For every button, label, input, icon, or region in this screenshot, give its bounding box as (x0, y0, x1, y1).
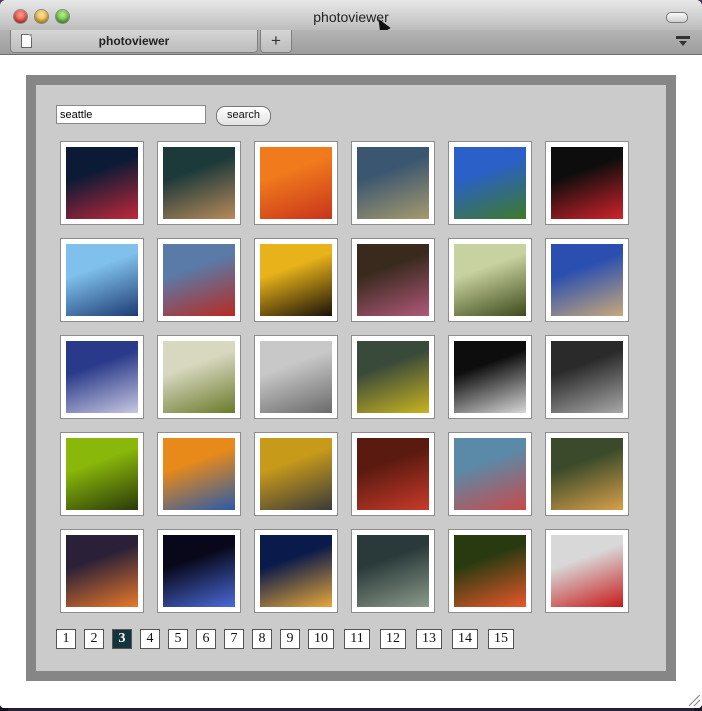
search-input[interactable] (56, 105, 206, 124)
photo-thumbnail[interactable] (545, 238, 629, 322)
photo-image (551, 147, 623, 219)
tab-overflow-menu-icon[interactable] (676, 36, 690, 46)
photo-image (260, 244, 332, 316)
photo-thumbnail[interactable] (60, 141, 144, 225)
photo-thumbnail[interactable] (545, 335, 629, 419)
photo-thumbnail[interactable] (351, 432, 435, 516)
page-link-5[interactable]: 5 (168, 629, 188, 649)
photo-thumbnail[interactable] (254, 238, 338, 322)
photo-thumbnail[interactable] (448, 335, 532, 419)
photo-thumbnail[interactable] (157, 432, 241, 516)
photo-image (454, 147, 526, 219)
photo-thumbnail[interactable] (254, 529, 338, 613)
photo-image (551, 535, 623, 607)
photo-image (357, 244, 429, 316)
page-link-6[interactable]: 6 (196, 629, 216, 649)
photo-image (357, 147, 429, 219)
page-link-7[interactable]: 7 (224, 629, 244, 649)
page-link-9[interactable]: 9 (280, 629, 300, 649)
photo-thumbnail[interactable] (157, 141, 241, 225)
photo-thumbnail[interactable] (60, 432, 144, 516)
resize-handle-icon[interactable] (689, 695, 700, 706)
page-link-1[interactable]: 1 (56, 629, 76, 649)
page-link-10[interactable]: 10 (308, 629, 334, 649)
photo-thumbnail[interactable] (157, 238, 241, 322)
photo-image (163, 244, 235, 316)
photo-thumbnail[interactable] (351, 238, 435, 322)
browser-window: photoviewer photoviewer + search 1234567… (0, 0, 702, 708)
photo-image (66, 535, 138, 607)
page-link-13[interactable]: 13 (416, 629, 442, 649)
photo-image (163, 535, 235, 607)
page-link-12[interactable]: 12 (380, 629, 406, 649)
photo-thumbnail[interactable] (351, 141, 435, 225)
page-link-11[interactable]: 11 (344, 629, 370, 649)
photo-thumbnail[interactable] (60, 238, 144, 322)
photo-image (163, 147, 235, 219)
photo-thumbnail[interactable] (351, 529, 435, 613)
photo-thumbnail[interactable] (448, 141, 532, 225)
tab-bar: photoviewer + (0, 30, 702, 55)
photo-image (260, 147, 332, 219)
photo-image (357, 535, 429, 607)
photo-image (260, 438, 332, 510)
photo-image (66, 341, 138, 413)
page-content: search 123456789101112131415 (0, 55, 702, 708)
photo-image (66, 438, 138, 510)
page-link-8[interactable]: 8 (252, 629, 272, 649)
photo-image (454, 341, 526, 413)
window-title: photoviewer (313, 9, 389, 25)
photo-image (454, 535, 526, 607)
page-link-14[interactable]: 14 (452, 629, 478, 649)
photo-image (551, 438, 623, 510)
photo-image (551, 244, 623, 316)
photo-image (357, 438, 429, 510)
photo-thumbnail[interactable] (351, 335, 435, 419)
page-link-15[interactable]: 15 (488, 629, 514, 649)
photo-thumbnail[interactable] (254, 141, 338, 225)
photo-image (357, 341, 429, 413)
photo-image (163, 341, 235, 413)
photoviewer-frame: search 123456789101112131415 (26, 75, 676, 681)
search-button[interactable]: search (216, 106, 271, 126)
photo-image (454, 244, 526, 316)
photo-image (260, 535, 332, 607)
photo-thumbnail[interactable] (157, 529, 241, 613)
page-link-4[interactable]: 4 (140, 629, 160, 649)
photo-thumbnail[interactable] (60, 335, 144, 419)
photo-image (260, 341, 332, 413)
title-bar[interactable]: photoviewer (0, 0, 702, 35)
photo-image (454, 438, 526, 510)
new-tab-button[interactable]: + (260, 30, 292, 53)
photo-thumbnail[interactable] (448, 432, 532, 516)
photo-image (66, 244, 138, 316)
page-link-2[interactable]: 2 (84, 629, 104, 649)
photo-thumbnail[interactable] (545, 141, 629, 225)
photo-image (551, 341, 623, 413)
photo-thumbnail[interactable] (448, 238, 532, 322)
tab-photoviewer[interactable]: photoviewer (10, 30, 258, 53)
photo-thumbnail[interactable] (254, 432, 338, 516)
photo-thumbnail[interactable] (60, 529, 144, 613)
photo-thumbnail[interactable] (545, 529, 629, 613)
photo-image (163, 438, 235, 510)
photo-thumbnail[interactable] (254, 335, 338, 419)
tab-label: photoviewer (98, 34, 170, 48)
page-link-3[interactable]: 3 (112, 629, 132, 649)
photo-image (66, 147, 138, 219)
photo-thumbnail[interactable] (448, 529, 532, 613)
photo-thumbnail[interactable] (157, 335, 241, 419)
photo-thumbnail[interactable] (545, 432, 629, 516)
photoviewer-panel: search 123456789101112131415 (36, 85, 666, 671)
toolbar-toggle-button[interactable] (666, 12, 688, 23)
